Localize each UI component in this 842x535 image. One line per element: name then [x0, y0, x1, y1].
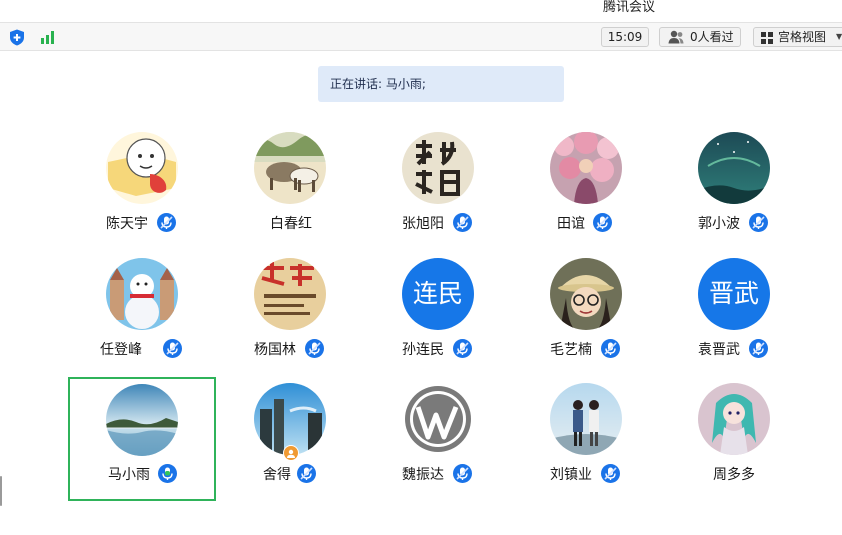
shield-icon[interactable]: [9, 29, 25, 46]
user-badge-icon: [283, 445, 299, 461]
participant-tile[interactable]: 田谊: [512, 118, 660, 242]
avatar: [254, 132, 326, 204]
avatar: [698, 132, 770, 204]
participant-tile[interactable]: 毛艺楠: [512, 244, 660, 368]
participant-tile[interactable]: 周多多: [660, 369, 808, 493]
avatar: [106, 258, 178, 330]
mic-muted-icon[interactable]: [453, 213, 472, 232]
participant-tile-active-speaker[interactable]: 马小雨: [68, 377, 216, 501]
signal-strength-icon[interactable]: [40, 30, 56, 44]
meeting-time: 15:09: [601, 27, 649, 47]
grid-icon: [761, 32, 773, 44]
mic-muted-icon[interactable]: [453, 464, 472, 483]
mic-muted-icon[interactable]: [749, 213, 768, 232]
participant-name: 袁晋武: [698, 342, 740, 358]
mic-muted-icon[interactable]: [453, 339, 472, 358]
participant-name: 舍得: [263, 467, 291, 483]
participant-name: 郭小波: [698, 216, 740, 232]
mic-muted-icon[interactable]: [305, 339, 324, 358]
participant-name: 杨国林: [254, 342, 296, 358]
avatar: [550, 132, 622, 204]
participant-name: 张旭阳: [402, 216, 444, 232]
mic-muted-icon[interactable]: [163, 339, 182, 358]
viewers-button[interactable]: 0人看过: [659, 27, 741, 47]
participant-name: 马小雨: [108, 467, 150, 483]
participant-tile[interactable]: 魏振达: [364, 369, 512, 493]
avatar: [550, 258, 622, 330]
mic-muted-icon[interactable]: [593, 213, 612, 232]
mic-muted-icon[interactable]: [601, 464, 620, 483]
participant-name: 周多多: [713, 467, 755, 483]
participant-name: 田谊: [557, 216, 585, 232]
avatar: [106, 132, 178, 204]
participant-tile[interactable]: 连民 孙连民: [364, 244, 512, 368]
participant-tile[interactable]: 刘镇业: [512, 369, 660, 493]
avatar: [550, 383, 622, 455]
participant-name: 毛艺楠: [550, 342, 592, 358]
participant-tile[interactable]: 任登峰: [68, 244, 216, 368]
caret-down-icon: ▼: [836, 32, 842, 41]
speaking-indicator: 正在讲话: 马小雨;: [318, 66, 564, 102]
avatar: [698, 383, 770, 455]
mic-muted-icon[interactable]: [157, 213, 176, 232]
side-handle[interactable]: [0, 476, 2, 506]
participant-tile[interactable]: 舍得: [216, 369, 364, 493]
participant-name: 魏振达: [402, 467, 444, 483]
participant-tile[interactable]: 陈天宇: [68, 118, 216, 242]
mic-muted-icon[interactable]: [297, 464, 316, 483]
viewers-label: 0人看过: [690, 30, 734, 44]
participant-tile[interactable]: 郭小波: [660, 118, 808, 242]
avatar: [402, 383, 474, 455]
avatar: 连民: [402, 258, 474, 330]
mic-muted-icon[interactable]: [749, 339, 768, 358]
participant-name: 刘镇业: [550, 467, 592, 483]
avatar: [402, 132, 474, 204]
top-toolbar: 15:09 0人看过 宫格视图 ▼: [0, 22, 842, 51]
mic-muted-icon[interactable]: [601, 339, 620, 358]
participant-tile[interactable]: 白春红: [216, 118, 364, 242]
avatar: [254, 258, 326, 330]
grid-view-dropdown[interactable]: 宫格视图 ▼: [753, 27, 842, 47]
participant-tile[interactable]: 杨国林: [216, 244, 364, 368]
participant-tile[interactable]: 张旭阳: [364, 118, 512, 242]
avatar: 晋武: [698, 258, 770, 330]
participant-name: 任登峰: [100, 342, 142, 358]
participant-tile[interactable]: 晋武 袁晋武: [660, 244, 808, 368]
window-title: 腾讯会议: [603, 0, 656, 15]
participant-name: 白春红: [270, 216, 312, 232]
participant-name: 陈天宇: [106, 216, 148, 232]
view-mode-label: 宫格视图: [778, 30, 827, 44]
avatar: [106, 384, 178, 456]
title-bar: 腾讯会议: [0, 0, 842, 22]
mic-active-icon[interactable]: [158, 464, 177, 483]
person-icon: [668, 30, 684, 44]
participant-name: 孙连民: [402, 342, 444, 358]
